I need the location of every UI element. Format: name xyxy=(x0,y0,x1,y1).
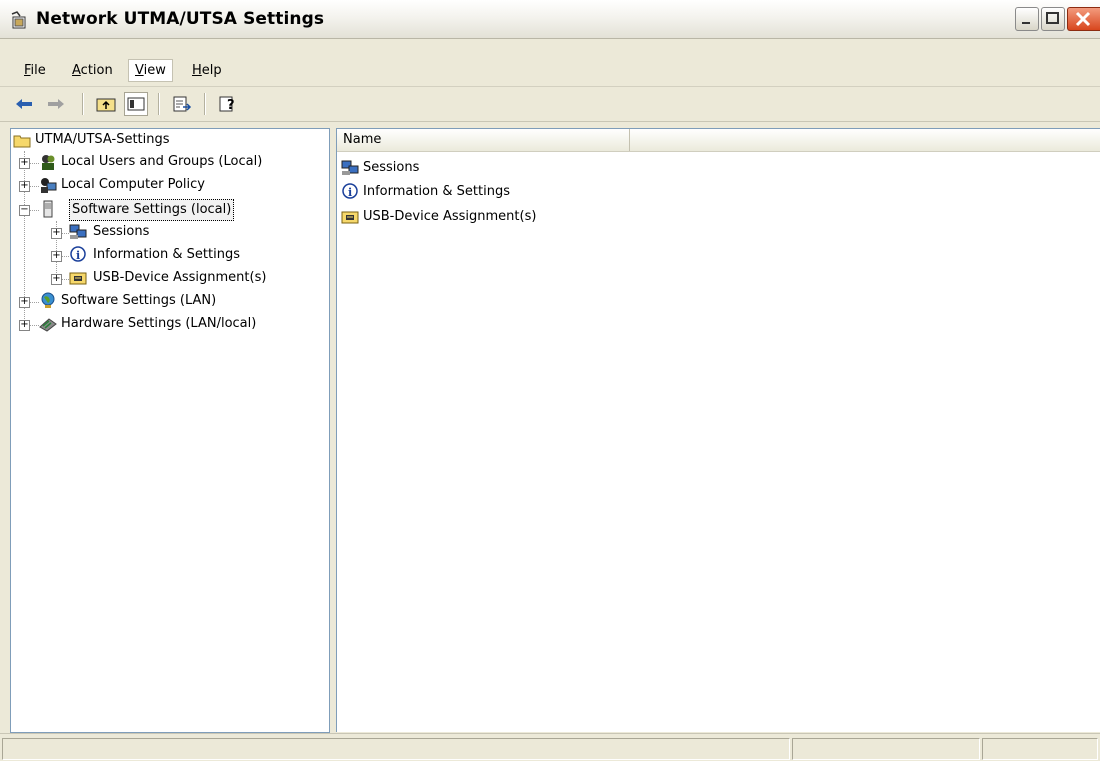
help-button[interactable]: ? xyxy=(216,92,240,116)
back-arrow-icon xyxy=(16,99,32,109)
pane-splitter[interactable] xyxy=(331,128,335,731)
list-item-label: Information & Settings xyxy=(363,184,510,199)
minimize-icon xyxy=(1022,22,1030,24)
menu-view-label: iew xyxy=(143,63,166,78)
svg-text:i: i xyxy=(76,249,80,262)
list-item-information[interactable]: i Information & Settings xyxy=(341,181,641,203)
show-hide-tree-icon xyxy=(127,97,145,111)
menu-action[interactable]: Action xyxy=(66,60,119,81)
toolbar: ? xyxy=(0,87,1100,122)
sessions-icon xyxy=(69,224,87,239)
menu-help-label: elp xyxy=(201,63,222,78)
minimize-button[interactable] xyxy=(1015,7,1039,31)
help-icon: ? xyxy=(219,96,235,113)
close-button[interactable] xyxy=(1067,7,1100,31)
tree-item-hardware[interactable]: + Hardware Settings (LAN/local) xyxy=(11,314,325,336)
tree-item-local-users[interactable]: + Local Users and Groups (Local) xyxy=(11,152,325,174)
info-icon: i xyxy=(70,246,86,262)
console-tree[interactable]: UTMA/UTSA-Settings + Local Users and Gro… xyxy=(10,128,330,733)
export-list-icon xyxy=(173,96,192,112)
tree-item-label: Local Computer Policy xyxy=(61,177,205,192)
tree-item-software-lan[interactable]: + Software Settings (LAN) xyxy=(11,291,325,313)
column-header-name[interactable]: Name xyxy=(337,129,630,151)
tree-item-label: Information & Settings xyxy=(93,247,240,262)
list-item-sessions[interactable]: Sessions xyxy=(341,157,641,179)
expand-icon[interactable]: + xyxy=(19,181,30,192)
list-header: Name xyxy=(337,129,1100,152)
list-item-label: USB-Device Assignment(s) xyxy=(363,209,537,224)
export-list-button[interactable] xyxy=(170,92,194,116)
tree-item-label: Sessions xyxy=(93,224,150,239)
menu-file[interactable]: File xyxy=(18,60,52,81)
close-icon xyxy=(1075,11,1091,27)
menu-help[interactable]: Help xyxy=(186,60,228,81)
mmc-window: Network UTMA/UTSA Settings File Action V… xyxy=(0,0,1100,761)
forward-arrow-icon xyxy=(48,99,64,109)
svg-text:?: ? xyxy=(227,98,235,113)
tree-item-information[interactable]: + i Information & Settings xyxy=(11,245,325,267)
server-icon xyxy=(43,200,53,218)
collapse-icon[interactable]: − xyxy=(19,205,30,216)
tree-item-label: USB-Device Assignment(s) xyxy=(93,270,267,285)
menu-action-mnemonic: A xyxy=(72,63,81,78)
maximize-icon xyxy=(1046,12,1059,24)
expand-icon[interactable]: + xyxy=(19,320,30,331)
status-cell-main xyxy=(2,738,790,760)
expand-icon[interactable]: + xyxy=(19,297,30,308)
tree-item-sessions[interactable]: + Sessions xyxy=(11,222,325,244)
tree-item-label: Local Users and Groups (Local) xyxy=(61,154,263,169)
menu-view-mnemonic: V xyxy=(135,63,144,78)
users-groups-icon xyxy=(42,155,55,170)
menu-view[interactable]: View xyxy=(128,59,173,82)
usb-device-icon xyxy=(69,272,87,285)
info-icon: i xyxy=(342,183,358,199)
tree-item-label: Hardware Settings (LAN/local) xyxy=(61,316,257,331)
toolbar-separator xyxy=(204,93,206,115)
tree-item-label: Software Settings (LAN) xyxy=(61,293,217,308)
folder-icon xyxy=(13,135,31,148)
toolbar-separator xyxy=(158,93,160,115)
expand-icon[interactable]: + xyxy=(19,158,30,169)
window-title: Network UTMA/UTSA Settings xyxy=(36,9,325,29)
status-cell-secondary xyxy=(792,738,980,760)
show-hide-tree-button[interactable] xyxy=(124,92,148,116)
forward-button[interactable] xyxy=(44,92,68,116)
tree-item-computer-policy[interactable]: + Local Computer Policy xyxy=(11,175,325,197)
list-item-usb-device[interactable]: USB-Device Assignment(s) xyxy=(341,206,641,228)
app-icon xyxy=(11,11,26,29)
menu-file-label: ile xyxy=(30,63,46,78)
expand-icon[interactable]: + xyxy=(51,251,62,262)
svg-text:i: i xyxy=(348,186,352,199)
status-cell-tertiary xyxy=(982,738,1098,760)
tree-item-label: Software Settings (local) xyxy=(69,199,235,221)
tree-root-label: UTMA/UTSA-Settings xyxy=(35,132,170,147)
column-header-label: Name xyxy=(343,132,382,147)
result-list[interactable]: Name Sessions i Information & Settings U… xyxy=(336,128,1100,732)
toolbar-separator xyxy=(82,93,84,115)
hardware-icon xyxy=(39,318,57,332)
status-bar xyxy=(0,733,1100,761)
tree-item-software-local[interactable]: − Software Settings (local) xyxy=(11,199,325,221)
globe-icon xyxy=(41,292,55,308)
computer-policy-icon xyxy=(41,178,57,193)
expand-icon[interactable]: + xyxy=(51,274,62,285)
usb-device-icon xyxy=(341,211,359,224)
menu-bar: File Action View Help xyxy=(0,54,1100,87)
up-one-level-icon xyxy=(96,98,116,112)
menu-action-label: ction xyxy=(80,63,113,78)
menu-help-mnemonic: H xyxy=(192,63,202,78)
list-item-label: Sessions xyxy=(363,160,420,175)
up-one-level-button[interactable] xyxy=(94,92,118,116)
tree-root[interactable]: UTMA/UTSA-Settings xyxy=(13,130,323,152)
maximize-button[interactable] xyxy=(1041,7,1065,31)
back-button[interactable] xyxy=(12,92,36,116)
title-bar[interactable]: Network UTMA/UTSA Settings xyxy=(0,0,1100,39)
sessions-icon xyxy=(341,160,359,175)
tree-item-usb-device[interactable]: + USB-Device Assignment(s) xyxy=(11,268,325,290)
expand-icon[interactable]: + xyxy=(51,228,62,239)
